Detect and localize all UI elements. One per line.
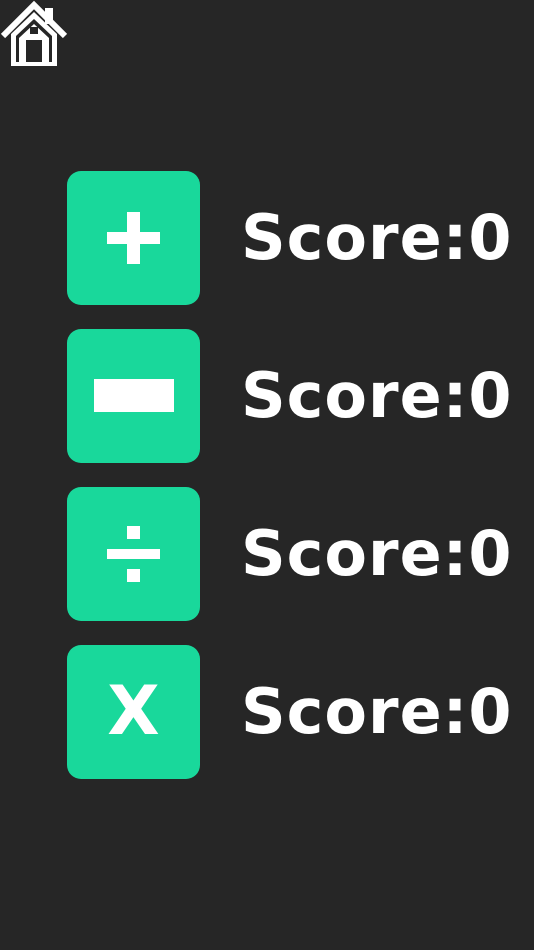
home-button[interactable]	[0, 0, 68, 68]
addition-score: Score:0	[241, 201, 513, 274]
addition-button[interactable]	[67, 171, 200, 305]
row-division: Score:0	[67, 487, 517, 621]
division-button[interactable]	[67, 487, 200, 621]
multiplication-score: Score:0	[241, 675, 513, 748]
plus-icon	[107, 212, 160, 264]
row-multiplication: X Score:0	[67, 645, 517, 779]
multiply-symbol: X	[107, 672, 160, 751]
row-addition: Score:0	[67, 171, 517, 305]
home-icon	[0, 0, 68, 66]
divide-icon	[107, 526, 160, 582]
multiplication-button[interactable]: X	[67, 645, 200, 779]
subtraction-score: Score:0	[241, 359, 513, 432]
division-score: Score:0	[241, 517, 513, 590]
minus-icon	[94, 379, 174, 412]
subtraction-button[interactable]	[67, 329, 200, 463]
row-subtraction: Score:0	[67, 329, 517, 463]
